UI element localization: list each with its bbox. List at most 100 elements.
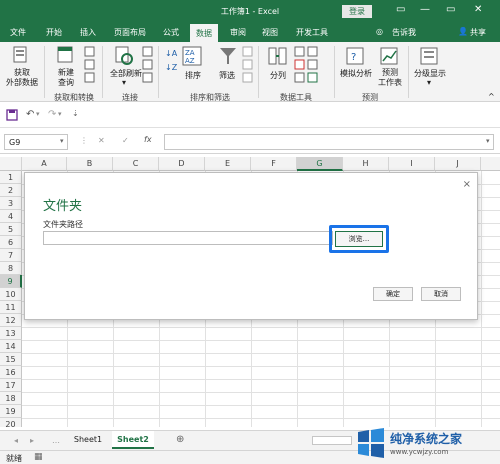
ok-button[interactable]: 确定 [373, 287, 413, 301]
row-header[interactable]: 4 [0, 210, 22, 223]
share-button[interactable]: 共享 [470, 27, 486, 38]
sort-icon: ZAAZ [182, 46, 202, 66]
horizontal-scrollbar[interactable] [312, 436, 352, 445]
row-header[interactable]: 3 [0, 197, 22, 210]
text-to-columns-button[interactable]: 分列 [266, 70, 290, 81]
what-if-analysis-button[interactable]: 模拟分析 [336, 68, 376, 79]
chevron-down-icon[interactable]: ▾ [58, 110, 62, 118]
watermark-url: www.ycwjzy.com [390, 448, 449, 456]
column-header-selected[interactable]: G [297, 157, 343, 171]
insert-function-icon[interactable]: fx [144, 135, 152, 144]
row-header-selected[interactable]: 9 [0, 275, 22, 288]
column-header[interactable]: I [389, 157, 435, 171]
forecast-sheet-button[interactable]: 预测 工作表 [376, 68, 404, 88]
sheet-tab-active[interactable]: Sheet2 [112, 431, 154, 449]
sort-button[interactable]: 排序 [182, 70, 204, 81]
folder-path-input[interactable] [43, 231, 333, 245]
vertical-scrollbar-top[interactable] [481, 157, 500, 171]
chevron-down-icon[interactable]: ▾ [60, 137, 64, 145]
close-icon[interactable]: × [463, 179, 471, 190]
save-icon[interactable] [6, 109, 18, 121]
row-header[interactable]: 18 [0, 392, 22, 405]
row-header[interactable]: 17 [0, 379, 22, 392]
select-all-corner[interactable] [0, 157, 22, 171]
customize-qat-icon[interactable]: ⇣ [72, 109, 79, 118]
tab-review[interactable]: 审阅 [230, 27, 246, 38]
row-header[interactable]: 8 [0, 262, 22, 275]
formula-options-icon: ⋮ [80, 136, 88, 145]
redo-icon[interactable]: ↷ [48, 109, 56, 120]
login-button[interactable]: 登录 [342, 5, 372, 18]
get-external-data-button[interactable]: 获取 外部数据 [4, 68, 40, 88]
undo-icon[interactable]: ↶ [26, 109, 34, 120]
cancel-icon[interactable]: ✕ [98, 136, 105, 145]
chevron-down-icon[interactable]: ▾ [486, 137, 490, 145]
column-header[interactable]: F [251, 157, 297, 171]
collapse-ribbon-icon[interactable]: ^ [488, 92, 495, 101]
row-header[interactable]: 5 [0, 223, 22, 236]
tab-page-layout[interactable]: 页面布局 [114, 27, 146, 38]
row-header[interactable]: 12 [0, 314, 22, 327]
maximize-button[interactable]: ▭ [446, 4, 455, 15]
row-header[interactable]: 13 [0, 327, 22, 340]
share-icon[interactable]: 👤 [458, 27, 468, 36]
column-header[interactable]: D [159, 157, 205, 171]
tab-file[interactable]: 文件 [10, 27, 26, 38]
sheet-tab[interactable]: Sheet1 [66, 431, 110, 449]
row-header[interactable]: 19 [0, 405, 22, 418]
row-header[interactable]: 7 [0, 249, 22, 262]
chevron-down-icon[interactable]: ▾ [427, 78, 431, 87]
column-header[interactable]: B [67, 157, 113, 171]
column-header[interactable]: J [435, 157, 481, 171]
formula-input[interactable] [164, 134, 494, 150]
tell-me[interactable]: 告诉我 [392, 27, 416, 38]
row-header[interactable]: 15 [0, 353, 22, 366]
column-header[interactable]: H [343, 157, 389, 171]
name-box[interactable]: G9 [4, 134, 68, 150]
column-header[interactable]: E [205, 157, 251, 171]
folder-path-label: 文件夹路径 [43, 220, 83, 229]
tab-formulas[interactable]: 公式 [163, 27, 179, 38]
new-query-button[interactable]: 新建 查询 [50, 68, 82, 88]
sort-az-small-icons: ↓A ↓Z [165, 49, 178, 72]
grid-line [22, 366, 500, 367]
browse-button[interactable]: 浏览... [335, 231, 383, 247]
row-header[interactable]: 11 [0, 301, 22, 314]
new-query-icon [57, 46, 73, 63]
column-header[interactable]: A [22, 157, 67, 171]
grid-line [22, 379, 500, 380]
column-header[interactable]: C [113, 157, 159, 171]
enter-icon[interactable]: ✓ [122, 136, 129, 145]
tab-developer[interactable]: 开发工具 [296, 27, 328, 38]
add-sheet-icon[interactable]: ⊕ [176, 434, 184, 445]
quick-access-toolbar: ↶ ▾ ↷ ▾ ⇣ [0, 102, 500, 128]
row-header[interactable]: 2 [0, 184, 22, 197]
prev-sheet-icon[interactable]: ◂ [14, 436, 18, 445]
data-tools-small-icons [294, 46, 318, 83]
row-header[interactable]: 14 [0, 340, 22, 353]
row-header[interactable]: 1 [0, 171, 22, 184]
svg-text:?: ? [351, 52, 356, 63]
tell-me-icon[interactable]: ◎ [376, 27, 383, 36]
more-sheets-icon[interactable]: … [52, 436, 60, 445]
tab-home[interactable]: 开始 [46, 27, 62, 38]
group-separator [408, 46, 409, 98]
tab-view[interactable]: 视图 [262, 27, 278, 38]
row-header[interactable]: 10 [0, 288, 22, 301]
row-header[interactable]: 16 [0, 366, 22, 379]
chevron-down-icon[interactable]: ▾ [36, 110, 40, 118]
row-header[interactable]: 6 [0, 236, 22, 249]
macro-record-icon[interactable]: ▦ [34, 452, 43, 462]
chevron-down-icon[interactable]: ▾ [122, 78, 126, 87]
next-sheet-icon[interactable]: ▸ [30, 436, 34, 445]
text-to-columns-icon [268, 47, 287, 65]
tab-data[interactable]: 数据 [190, 24, 218, 42]
tab-insert[interactable]: 插入 [80, 27, 96, 38]
filter-button[interactable]: 筛选 [216, 70, 238, 81]
window-options-icon[interactable]: ▭ [396, 4, 405, 15]
row-header[interactable]: 20 [0, 418, 22, 427]
close-button[interactable]: ✕ [474, 4, 482, 15]
svg-text:↓A: ↓A [165, 49, 178, 58]
minimize-button[interactable]: — [420, 4, 430, 15]
cancel-button[interactable]: 取消 [421, 287, 461, 301]
